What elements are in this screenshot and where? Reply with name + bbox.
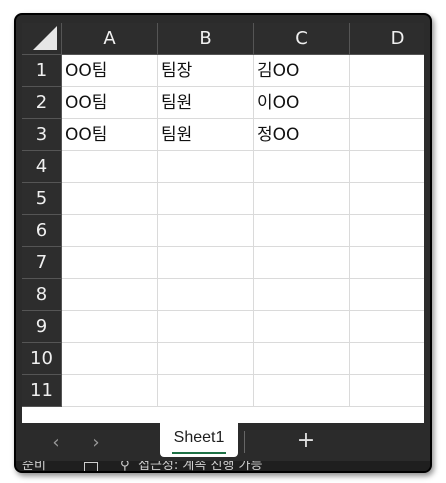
cell-b6[interactable] <box>158 215 254 247</box>
cell-a4[interactable] <box>62 151 158 183</box>
cell-c2[interactable]: 이OO <box>254 87 350 119</box>
cell-a7[interactable] <box>62 247 158 279</box>
row-header-11[interactable]: 11 <box>22 375 62 407</box>
cell-c5[interactable] <box>254 183 350 215</box>
tab-sheet1[interactable]: Sheet1 <box>160 423 238 457</box>
row-header-2[interactable]: 2 <box>22 87 62 119</box>
row-header-8[interactable]: 8 <box>22 279 62 311</box>
cell-c8[interactable] <box>254 279 350 311</box>
cell-b5[interactable] <box>158 183 254 215</box>
row-header-5[interactable]: 5 <box>22 183 62 215</box>
column-header-c[interactable]: C <box>254 23 350 55</box>
tab-divider <box>244 431 245 453</box>
cell-a10[interactable] <box>62 343 158 375</box>
cell-d7[interactable] <box>350 247 424 279</box>
cell-b8[interactable] <box>158 279 254 311</box>
cell-d2[interactable] <box>350 87 424 119</box>
cell-d5[interactable] <box>350 183 424 215</box>
chevron-right-icon[interactable]: › <box>86 431 106 455</box>
cell-b3[interactable]: 팀원 <box>158 119 254 151</box>
cell-d3[interactable] <box>350 119 424 151</box>
status-ready: 준비 <box>22 461 46 473</box>
select-all-icon <box>33 26 57 50</box>
cell-b1[interactable]: 팀장 <box>158 55 254 87</box>
tab-sheet1-label: Sheet1 <box>173 429 225 446</box>
column-header-a[interactable]: A <box>62 23 158 55</box>
cell-b9[interactable] <box>158 311 254 343</box>
cell-a1[interactable]: OO팀 <box>62 55 158 87</box>
cell-a8[interactable] <box>62 279 158 311</box>
cell-c3[interactable]: 정OO <box>254 119 350 151</box>
spreadsheet-grid: A B C D 1 2 3 4 5 6 7 8 9 10 11 OO팀 팀장 김… <box>22 23 424 423</box>
select-all-button[interactable] <box>22 23 62 55</box>
cell-b11[interactable] <box>158 375 254 407</box>
cell-c7[interactable] <box>254 247 350 279</box>
cell-c11[interactable] <box>254 375 350 407</box>
cell-b7[interactable] <box>158 247 254 279</box>
row-header-10[interactable]: 10 <box>22 343 62 375</box>
cell-c6[interactable] <box>254 215 350 247</box>
row-header-3[interactable]: 3 <box>22 119 62 151</box>
row-header-4[interactable]: 4 <box>22 151 62 183</box>
chevron-left-icon[interactable]: ‹ <box>46 431 66 455</box>
row-header-1[interactable]: 1 <box>22 55 62 87</box>
row-header-6[interactable]: 6 <box>22 215 62 247</box>
cell-a11[interactable] <box>62 375 158 407</box>
status-accessibility[interactable]: 접근성: 계속 진행 가능 <box>138 461 262 471</box>
cell-a3[interactable]: OO팀 <box>62 119 158 151</box>
cell-d9[interactable] <box>350 311 424 343</box>
cell-a5[interactable] <box>62 183 158 215</box>
column-header-d[interactable]: D <box>350 23 424 55</box>
cell-b4[interactable] <box>158 151 254 183</box>
cell-d11[interactable] <box>350 375 424 407</box>
sheet-tab-bar: ‹ › Sheet1 + <box>16 423 430 463</box>
cell-a9[interactable] <box>62 311 158 343</box>
accessibility-icon[interactable]: ⚲ <box>120 461 130 471</box>
cell-d8[interactable] <box>350 279 424 311</box>
cell-b2[interactable]: 팀원 <box>158 87 254 119</box>
active-tab-indicator <box>172 452 226 454</box>
row-header-9[interactable]: 9 <box>22 311 62 343</box>
cell-d4[interactable] <box>350 151 424 183</box>
excel-window: A B C D 1 2 3 4 5 6 7 8 9 10 11 OO팀 팀장 김… <box>14 13 432 473</box>
cell-d10[interactable] <box>350 343 424 375</box>
cell-a6[interactable] <box>62 215 158 247</box>
cell-c1[interactable]: 김OO <box>254 55 350 87</box>
cell-c4[interactable] <box>254 151 350 183</box>
cell-d1[interactable] <box>350 55 424 87</box>
cell-c9[interactable] <box>254 311 350 343</box>
sheet-view-icon[interactable] <box>84 462 98 471</box>
column-header-b[interactable]: B <box>158 23 254 55</box>
cell-a2[interactable]: OO팀 <box>62 87 158 119</box>
cell-b10[interactable] <box>158 343 254 375</box>
plus-icon[interactable]: + <box>294 427 318 455</box>
cell-c10[interactable] <box>254 343 350 375</box>
status-bar: 준비 ⚲ 접근성: 계속 진행 가능 <box>16 461 430 473</box>
cell-d6[interactable] <box>350 215 424 247</box>
row-header-7[interactable]: 7 <box>22 247 62 279</box>
